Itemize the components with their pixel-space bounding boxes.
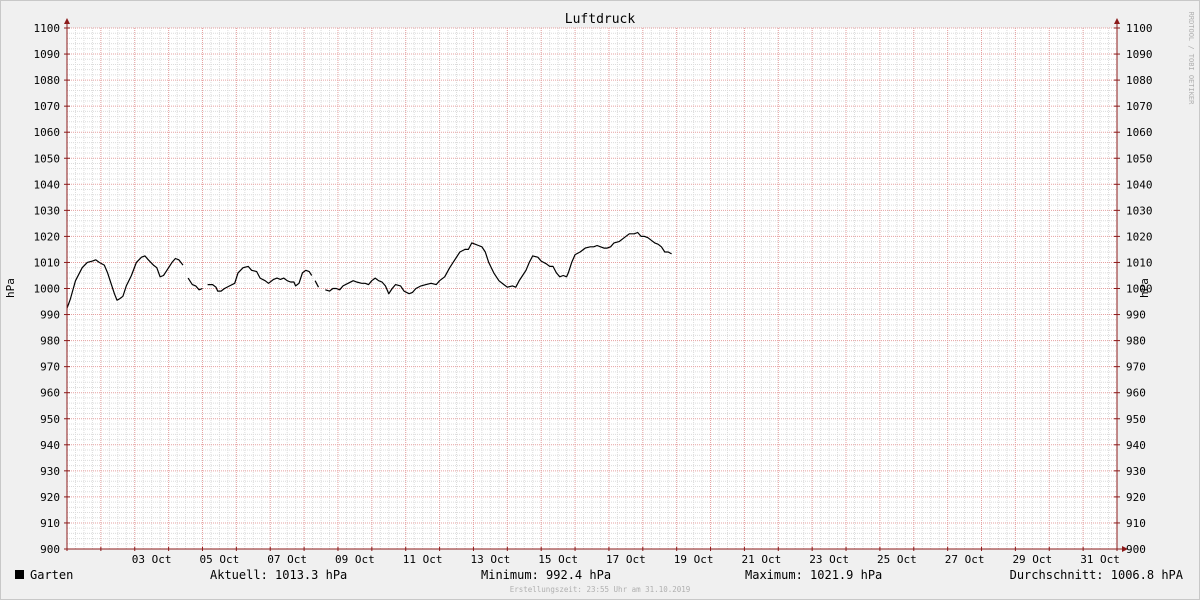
x-tick-label: 07 Oct [267, 553, 307, 566]
y-tick-label-left: 1050 [34, 152, 61, 165]
x-tick-label: 11 Oct [403, 553, 443, 566]
x-tick-label: 15 Oct [538, 553, 578, 566]
y-tick-label-right: 1060 [1126, 126, 1153, 139]
y-tick-label-right: 1090 [1126, 48, 1153, 61]
y-tick-label-left: 1010 [34, 256, 61, 269]
x-tick-label: 27 Oct [945, 553, 985, 566]
y-tick-label-right: 1100 [1126, 22, 1153, 35]
y-tick-label-left: 1090 [34, 48, 61, 61]
y-tick-label-left: 1060 [34, 126, 61, 139]
x-tick-label: 29 Oct [1012, 553, 1052, 566]
y-tick-label-right: 1030 [1126, 204, 1153, 217]
stat-maximum: Maximum: 1021.9 hPa [745, 568, 882, 582]
y-tick-label-right: 990 [1126, 309, 1146, 322]
y-tick-label-right: 920 [1126, 491, 1146, 504]
y-tick-label-left: 1080 [34, 74, 61, 87]
y-tick-label-left: 970 [40, 361, 60, 374]
stat-minimum: Minimum: 992.4 hPa [481, 568, 611, 582]
y-tick-label-left: 1000 [34, 283, 61, 296]
y-tick-label-right: 1040 [1126, 178, 1153, 191]
x-tick-label: 19 Oct [674, 553, 714, 566]
y-tick-label-right: 1020 [1126, 230, 1153, 243]
x-tick-label: 09 Oct [335, 553, 375, 566]
y-tick-label-left: 900 [40, 543, 60, 556]
watermark: RRDTOOL / TOBI OETIKER [1187, 12, 1195, 106]
y-tick-label-left: 990 [40, 309, 60, 322]
y-tick-label-left: 1030 [34, 204, 61, 217]
y-tick-label-right: 1050 [1126, 152, 1153, 165]
y-tick-label-right: 960 [1126, 387, 1146, 400]
y-tick-label-left: 980 [40, 335, 60, 348]
y-axis-label-right: hPa [1138, 278, 1151, 298]
y-tick-label-left: 930 [40, 465, 60, 478]
x-tick-label: 21 Oct [741, 553, 781, 566]
y-tick-label-right: 930 [1126, 465, 1146, 478]
legend-swatch [15, 570, 24, 579]
y-tick-label-right: 980 [1126, 335, 1146, 348]
x-tick-label: 05 Oct [200, 553, 240, 566]
x-tick-label: 25 Oct [877, 553, 917, 566]
y-tick-label-left: 910 [40, 517, 60, 530]
y-tick-label-left: 960 [40, 387, 60, 400]
y-tick-label-left: 1040 [34, 178, 61, 191]
x-tick-label: 23 Oct [809, 553, 849, 566]
x-tick-label: 03 Oct [132, 553, 172, 566]
y-tick-label-right: 1010 [1126, 256, 1153, 269]
x-tick-label: 13 Oct [471, 553, 511, 566]
chart: 900 910 920 930 940 950 960 970 980 990 1000 1010 10… [0, 0, 1200, 600]
stat-current: Aktuell: 1013.3 hPa [210, 568, 347, 582]
stat-average: Durchschnitt: 1006.8 hPA [1010, 568, 1184, 582]
y-tick-label-right: 910 [1126, 517, 1146, 530]
y-tick-label-left: 920 [40, 491, 60, 504]
chart-title: Luftdruck [565, 12, 636, 27]
y-tick-label-left: 940 [40, 439, 60, 452]
y-tick-label-right: 1080 [1126, 74, 1153, 87]
y-tick-label-right: 940 [1126, 439, 1146, 452]
y-tick-label-left: 1100 [34, 22, 61, 35]
footer-timestamp: Erstellungszeit: 23:55 Uhr am 31.10.2019 [510, 585, 691, 594]
y-tick-label-right: 950 [1126, 413, 1146, 426]
y-axis-label-left: hPa [4, 278, 17, 298]
y-tick-label-left: 1020 [34, 230, 61, 243]
y-tick-label-right: 970 [1126, 361, 1146, 374]
legend-label: Garten [30, 568, 73, 582]
x-tick-label: 31 Oct [1080, 553, 1120, 566]
y-tick-label-left: 1070 [34, 100, 61, 113]
y-tick-label-right: 900 [1126, 543, 1146, 556]
x-tick-label: 17 Oct [606, 553, 646, 566]
y-tick-label-left: 950 [40, 413, 60, 426]
y-tick-label-right: 1070 [1126, 100, 1153, 113]
